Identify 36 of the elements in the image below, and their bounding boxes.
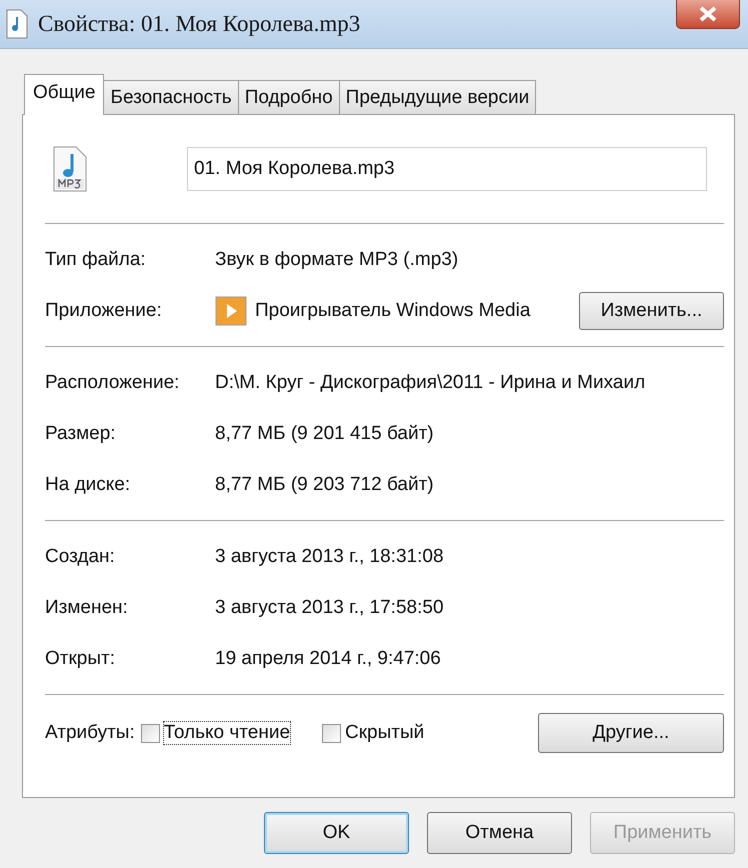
field-label: Тип файла: [45,248,147,270]
mp3-file-icon [53,146,87,192]
field-label: Расположение: [45,372,180,394]
file-name-field[interactable]: 01. Моя Королева.mp3 [187,147,707,191]
music-file-icon [6,9,28,39]
other-button[interactable]: Другие... [538,713,724,753]
close-icon [698,6,718,22]
dialog-button[interactable]: Отмена [427,812,572,854]
checkbox-label[interactable]: Скрытый [345,722,424,744]
field-label: Приложение: [45,300,163,322]
checkbox[interactable] [322,724,342,742]
media-player-icon [215,296,247,326]
checkbox[interactable] [140,724,160,742]
close-button[interactable] [676,0,740,29]
tab[interactable]: Предыдущие версии [338,80,536,114]
field-value: 19 апреля 2014 г., 9:47:06 [215,648,441,670]
field-value: 3 августа 2013 г., 18:31:08 [215,546,444,568]
field-label: Изменен: [45,596,129,618]
field-value: Звук в формате MP3 (.mp3) [215,248,458,270]
field-value: D:\М. Круг - Дискография\2011 - Ирина и Михаил [215,372,646,394]
field-label: Открыт: [45,648,116,670]
field-value: 8,77 МБ (9 201 415 байт) [215,422,434,444]
dialog-button[interactable]: OK [264,812,409,854]
field-label: Создан: [45,546,116,568]
field-label: На диске: [45,474,132,496]
window-title: Свойства: 01. Моя Королева.mp3 [38,11,360,37]
field-value: 8,77 МБ (9 203 712 байт) [215,474,434,496]
tab[interactable]: Подробно [238,80,340,114]
field-value: 3 августа 2013 г., 17:58:50 [215,596,444,618]
field-value: Проигрыватель Windows Media [255,300,530,322]
attributes-label: Атрибуты: [45,722,135,744]
checkbox-label[interactable]: Только чтение [164,722,290,744]
change-button[interactable]: Изменить... [579,292,724,330]
field-label: Размер: [45,422,117,444]
tab[interactable]: Общие [24,74,104,115]
tab[interactable]: Безопасность [103,80,239,114]
